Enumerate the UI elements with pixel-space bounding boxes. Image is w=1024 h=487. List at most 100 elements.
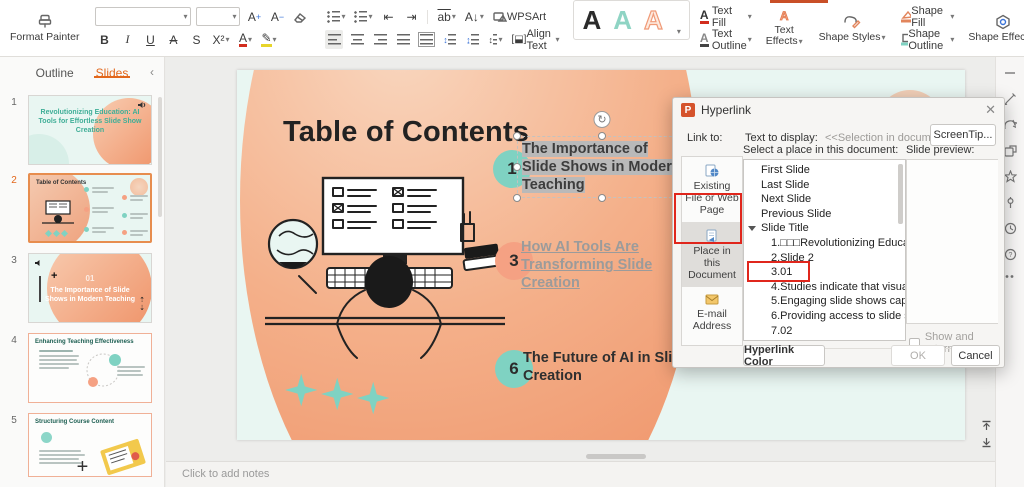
superscript-button[interactable]: X²▾ — [210, 30, 231, 49]
decrease-line-spacing-button[interactable]: ↨ — [463, 30, 481, 49]
more-icon[interactable] — [1004, 274, 1016, 279]
animation-icon[interactable] — [1003, 118, 1017, 131]
ink-pen-icon[interactable] — [1004, 92, 1017, 105]
resize-handle-w[interactable] — [513, 163, 521, 171]
wpsart-button[interactable]: WPSArt — [491, 7, 548, 26]
list-item-slide-7[interactable]: 7.02 — [744, 324, 905, 339]
toc-item-6-text[interactable]: The Future of AI in Slide Creation — [523, 349, 693, 385]
list-item-slide-1[interactable]: 1.□□□Revolutionizing Educati... — [744, 236, 905, 251]
format-painter-button[interactable]: Format Painter — [4, 0, 85, 56]
link-type-email[interactable]: E-mail Address — [682, 287, 742, 338]
toc-item-1-selection[interactable]: The Importance of Slide Shows in Modern … — [517, 136, 687, 198]
slide-title[interactable]: Table of Contents — [283, 116, 529, 149]
hyperlink-color-button[interactable]: Hyperlink Color — [743, 345, 825, 366]
list-item-slide-6[interactable]: 6.Providing access to slide sho... — [744, 309, 905, 324]
font-size-combobox[interactable]: ▾ — [196, 7, 240, 26]
slide-thumbnail-row-4[interactable]: 4 Enhancing Teaching Effectiveness — [0, 333, 160, 403]
previous-slide-icon[interactable] — [981, 420, 992, 431]
slide-thumbnail-row-3[interactable]: 3 01 The Importance of Slide Shows in Mo… — [0, 253, 160, 323]
align-left-button[interactable] — [325, 30, 343, 49]
slide-thumbnail-row-2[interactable]: 2 Table of Contents — [0, 173, 160, 243]
active-ribbon-tab-indicator — [770, 0, 828, 3]
strikethrough-alt-button[interactable]: S — [187, 30, 205, 49]
rotate-handle[interactable]: ↻ — [594, 111, 611, 128]
cancel-button[interactable]: Cancel — [951, 345, 1000, 366]
list-item-last-slide[interactable]: Last Slide — [744, 178, 905, 193]
align-right-button[interactable] — [371, 30, 389, 49]
toc-item-1-text[interactable]: The Importance of Slide Shows in Modern … — [522, 140, 684, 194]
favorites-star-icon[interactable] — [1004, 170, 1017, 183]
resize-handle-sw[interactable] — [513, 194, 521, 202]
list-item-first-slide[interactable]: First Slide — [744, 163, 905, 178]
decrease-font-button[interactable]: A− — [268, 7, 286, 26]
sidebar-scrollbar[interactable] — [158, 97, 162, 217]
text-outline-button[interactable]: A Text Outline▾ — [698, 30, 754, 49]
toc-item-3-text[interactable]: How AI Tools Are Transforming Slide Crea… — [521, 238, 683, 292]
screentip-button[interactable]: ScreenTip... — [930, 124, 996, 146]
increase-font-button[interactable]: A+ — [245, 7, 263, 26]
slide-3-thumbnail[interactable]: 01 The Importance of Slide Shows in Mode… — [28, 253, 152, 323]
close-icon[interactable]: ✕ — [985, 102, 996, 118]
tab-slides[interactable]: Slides — [96, 66, 129, 80]
dialog-titlebar[interactable]: P Hyperlink ✕ — [673, 98, 1004, 122]
collapse-rail-icon[interactable] — [1004, 67, 1016, 79]
decrease-indent-button[interactable]: ⇤ — [379, 7, 397, 26]
shape-outline-button[interactable]: Shape Outline▾ — [898, 30, 957, 49]
justify-button[interactable] — [394, 30, 412, 49]
resize-handle-s[interactable] — [598, 194, 606, 202]
font-color-button[interactable]: A▾ — [236, 30, 254, 49]
next-slide-icon[interactable] — [981, 437, 992, 448]
resize-handle-n[interactable] — [598, 132, 606, 140]
slide-2-thumbnail[interactable]: Table of Contents — [28, 173, 152, 243]
list-scrollbar[interactable] — [898, 164, 903, 224]
adjust-slider-icon[interactable] — [1004, 196, 1017, 209]
list-item-next-slide[interactable]: Next Slide — [744, 192, 905, 207]
list-item-previous-slide[interactable]: Previous Slide — [744, 207, 905, 222]
align-center-button[interactable] — [348, 30, 366, 49]
resize-handle-nw[interactable] — [513, 132, 521, 140]
text-style-plain[interactable]: A — [582, 5, 601, 36]
place-list-collapse-icon[interactable] — [748, 226, 756, 231]
text-direction-button[interactable]: A↓▾ — [463, 7, 486, 26]
highlight-color-button[interactable]: ✎▾ — [259, 30, 278, 49]
horizontal-scrollbar[interactable] — [586, 454, 646, 459]
tab-outline[interactable]: Outline — [36, 66, 74, 80]
character-spacing-button[interactable]: ab▾ — [435, 7, 457, 26]
shapes-icon[interactable] — [1004, 144, 1017, 157]
distribute-button[interactable] — [417, 30, 435, 49]
add-slide-button[interactable]: + — [0, 456, 165, 479]
text-style-teal[interactable]: A — [613, 5, 632, 36]
list-item-slide-title[interactable]: Slide Title — [744, 221, 905, 236]
slide-1-thumbnail[interactable]: Revolutionizing Education: AI Tools for … — [28, 95, 152, 165]
slide-thumbnail-row-1[interactable]: 1 Revolutionizing Education: AI Tools fo… — [0, 95, 160, 165]
increase-indent-button[interactable]: ⇥ — [402, 7, 420, 26]
ok-button[interactable]: OK — [891, 345, 945, 366]
shape-fill-button[interactable]: Shape Fill▾ — [898, 7, 957, 26]
notes-pane[interactable]: Click to add notes — [166, 461, 995, 487]
clear-format-button[interactable] — [291, 7, 309, 26]
collapse-sidebar-icon[interactable]: ‹ — [150, 65, 154, 79]
bullet-list-button[interactable]: ▾ — [325, 7, 347, 26]
thumbnail-title: Structuring Course Content — [35, 419, 114, 425]
help-icon[interactable]: ? — [1004, 248, 1017, 261]
align-text-button[interactable]: [⬓]Align Text▾ — [509, 30, 561, 49]
list-item-slide-5[interactable]: 5.Engaging slide shows captur... — [744, 294, 905, 309]
strikethrough-button[interactable]: A — [164, 30, 182, 49]
text-style-outline[interactable]: A — [644, 5, 663, 36]
numbered-list-button[interactable]: ▾ — [352, 7, 374, 26]
italic-button[interactable]: I — [118, 30, 136, 49]
underline-button[interactable]: U — [141, 30, 159, 49]
line-height-button[interactable]: ↕▾ — [486, 30, 504, 49]
shape-effects-button[interactable]: Shape Effects▾ — [962, 0, 1024, 56]
shape-styles-button[interactable]: Shape Styles▾ — [813, 0, 892, 56]
font-name-combobox[interactable]: ▾ — [95, 7, 191, 26]
slide-4-thumbnail[interactable]: Enhancing Teaching Effectiveness — [28, 333, 152, 403]
history-clock-icon[interactable] — [1004, 222, 1017, 235]
increase-line-spacing-button[interactable]: ↕ — [440, 30, 458, 49]
bold-button[interactable]: B — [95, 30, 113, 49]
gallery-more-icon[interactable]: ▾ — [677, 27, 681, 36]
text-effects-button[interactable]: A TextEffects▾ — [760, 0, 809, 56]
text-fill-button[interactable]: A Text Fill▾ — [698, 7, 754, 26]
text-styles-gallery[interactable]: A A A ▾ — [573, 0, 689, 40]
place-in-document-list[interactable]: First Slide Last Slide Next Slide Previo… — [743, 159, 906, 341]
